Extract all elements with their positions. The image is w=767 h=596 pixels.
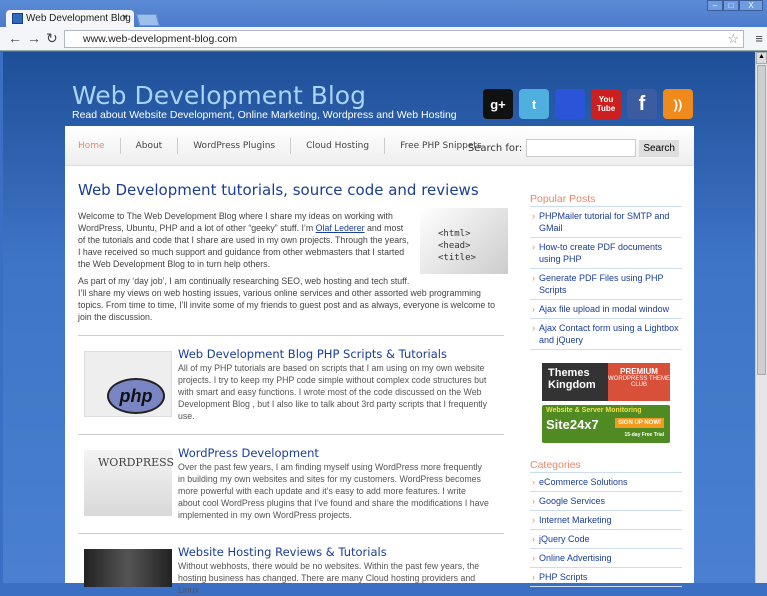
category-link[interactable]: jQuery Code bbox=[530, 530, 682, 549]
ad-brand: Themes Kingdom bbox=[542, 363, 608, 401]
nav-cloud-hosting[interactable]: Cloud Hosting bbox=[291, 137, 386, 154]
wordpress-thumbnail[interactable]: WORDPRESS bbox=[84, 450, 174, 516]
post-excerpt: Without webhosts, there would be no webs… bbox=[178, 561, 480, 595]
ad-headline: Website & Server Monitoring bbox=[546, 407, 642, 414]
bookmark-star-icon[interactable]: ☆ bbox=[727, 31, 739, 47]
nav-home[interactable]: Home bbox=[78, 137, 121, 154]
search-label: Search for: bbox=[467, 142, 523, 154]
search-form: Search for: Search bbox=[468, 139, 679, 157]
page-viewport: Web Development Blog Read about Website … bbox=[3, 52, 755, 595]
menu-icon[interactable]: ≡ bbox=[755, 31, 763, 46]
scrollbar[interactable]: ▲ bbox=[755, 52, 767, 583]
post-title[interactable]: Website Hosting Reviews & Tutorials bbox=[178, 545, 387, 559]
divider bbox=[78, 434, 504, 435]
back-icon[interactable]: ← bbox=[8, 30, 22, 46]
facebook-icon[interactable]: f bbox=[627, 89, 657, 119]
content-box: Home About WordPress Plugins Cloud Hosti… bbox=[65, 126, 694, 595]
categories-widget: Categories eCommerce Solutions Google Se… bbox=[530, 459, 682, 587]
scroll-up-icon[interactable]: ▲ bbox=[756, 52, 767, 64]
rss-icon[interactable]: )) bbox=[663, 89, 693, 119]
site-title[interactable]: Web Development Blog bbox=[72, 81, 366, 110]
search-button[interactable]: Search bbox=[639, 139, 679, 157]
post-title[interactable]: Web Development Blog PHP Scripts & Tutor… bbox=[178, 347, 447, 361]
sign-up-button[interactable]: SIGN UP NOW! bbox=[615, 418, 664, 428]
intro-text: <html> <head> <title> Welcome to The Web… bbox=[78, 208, 508, 328]
nav-about[interactable]: About bbox=[121, 137, 179, 154]
twitter-icon[interactable]: t bbox=[519, 89, 549, 119]
divider bbox=[78, 335, 504, 336]
divider bbox=[78, 533, 504, 534]
address-bar[interactable]: www.web-development-blog.com ☆ bbox=[64, 30, 744, 48]
hosting-thumbnail[interactable] bbox=[84, 549, 172, 587]
social-icons: g+ t You Tube f )) bbox=[483, 89, 693, 119]
category-link[interactable]: Internet Marketing bbox=[530, 511, 682, 530]
html-code-image: <html> <head> <title> bbox=[420, 208, 508, 274]
post-title[interactable]: WordPress Development bbox=[178, 446, 319, 460]
category-link[interactable]: PHP Scripts bbox=[530, 568, 682, 587]
tab-title: Web Development Blog bbox=[26, 13, 131, 24]
maximize-button[interactable]: □ bbox=[723, 0, 739, 11]
google-plus-icon[interactable]: g+ bbox=[483, 89, 513, 119]
popular-post-link[interactable]: Ajax file upload in modal window bbox=[530, 300, 682, 319]
new-tab-button[interactable] bbox=[136, 14, 160, 26]
ad-premium: PREMIUM bbox=[620, 367, 658, 376]
youtube-icon[interactable]: You Tube bbox=[591, 89, 621, 119]
ad-tagline: WORDPRESS THEME CLUB bbox=[608, 376, 670, 388]
reload-icon[interactable]: ↻ bbox=[46, 30, 58, 47]
nav-wordpress-plugins[interactable]: WordPress Plugins bbox=[178, 137, 292, 154]
tab-close-icon[interactable]: × bbox=[122, 12, 128, 23]
themes-kingdom-ad[interactable]: Themes Kingdom PREMIUM WORDPRESS THEME CL… bbox=[542, 363, 670, 401]
delicious-icon[interactable] bbox=[555, 89, 585, 119]
ad-trial: 15-day Free Trial bbox=[624, 432, 664, 438]
popular-post-link[interactable]: PHPMailer tutorial for SMTP and GMail bbox=[530, 207, 682, 238]
scroll-thumb[interactable] bbox=[757, 65, 766, 375]
ad-brand: Site24x7 bbox=[546, 417, 599, 432]
category-link[interactable]: Google Services bbox=[530, 492, 682, 511]
popular-posts-widget: Popular Posts PHPMailer tutorial for SMT… bbox=[530, 193, 682, 350]
intro-paragraph-2: As part of my ‘day job’, I am continuall… bbox=[78, 276, 496, 322]
minimize-button[interactable]: – bbox=[707, 0, 723, 11]
php-logo: php bbox=[107, 378, 165, 414]
page-heading: Web Development tutorials, source code a… bbox=[78, 181, 479, 199]
popular-post-link[interactable]: How-to create PDF documents using PHP bbox=[530, 238, 682, 269]
popular-post-link[interactable]: Generate PDF Files using PHP Scripts bbox=[530, 269, 682, 300]
author-link[interactable]: Olaf Lederer bbox=[316, 223, 365, 233]
forward-icon[interactable]: → bbox=[27, 30, 41, 46]
favicon-icon bbox=[12, 13, 23, 24]
close-window-button[interactable]: X bbox=[739, 0, 763, 11]
post-excerpt: Over the past few years, I am finding my… bbox=[178, 462, 489, 520]
categories-title: Categories bbox=[530, 459, 682, 473]
url-text: www.web-development-blog.com bbox=[83, 33, 238, 45]
category-link[interactable]: eCommerce Solutions bbox=[530, 473, 682, 492]
search-input[interactable] bbox=[526, 139, 637, 157]
popular-post-link[interactable]: Ajax Contact form using a Lightbox and j… bbox=[530, 319, 682, 350]
popular-posts-title: Popular Posts bbox=[530, 193, 682, 207]
site-tagline: Read about Website Development, Online M… bbox=[72, 109, 457, 121]
category-link[interactable]: Online Advertising bbox=[530, 549, 682, 568]
site24x7-ad[interactable]: Website & Server Monitoring Site24x7 SIG… bbox=[542, 405, 670, 443]
browser-tab[interactable]: Web Development Blog × bbox=[6, 10, 134, 28]
php-thumbnail[interactable]: php bbox=[84, 351, 172, 417]
post-excerpt: All of my PHP tutorials are based on scr… bbox=[178, 363, 488, 421]
browser-toolbar: ← → ↻ www.web-development-blog.com ☆ ≡ bbox=[0, 27, 767, 51]
